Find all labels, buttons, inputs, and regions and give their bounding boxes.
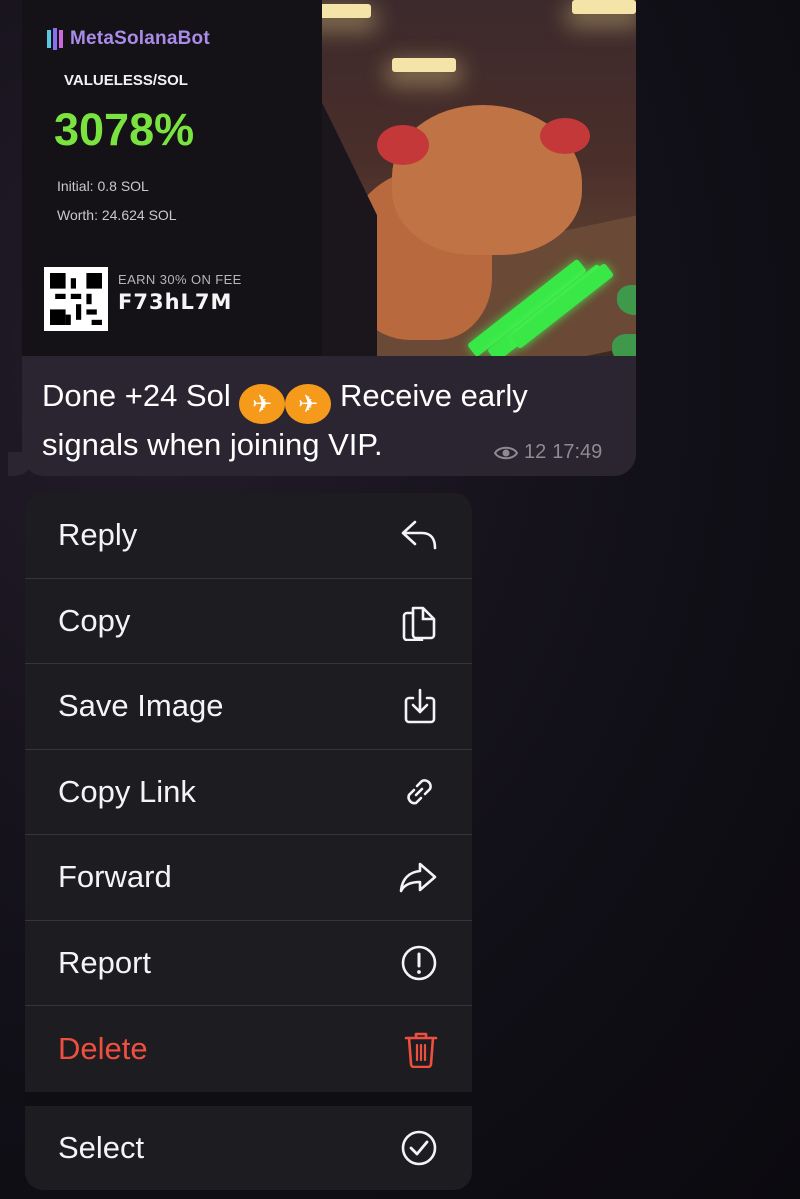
reply-icon [400, 518, 438, 552]
message-text-part2: Receive early [339, 378, 528, 413]
token-pair: VALUELESS/SOL [64, 72, 188, 89]
menu-item-copy[interactable]: Copy [25, 579, 472, 664]
profit-percent: 3078% [54, 104, 195, 155]
referral-code: F73hL7M [118, 290, 233, 314]
qr-code [44, 267, 108, 331]
trash-icon [404, 1030, 438, 1068]
select-check-icon [400, 1129, 438, 1167]
menu-item-save-image[interactable]: Save Image [25, 664, 472, 750]
menu-item-copy-link[interactable]: Copy Link [25, 750, 472, 835]
copy-icon [400, 601, 438, 641]
brand-name: MetaSolanaBot [70, 28, 210, 49]
menu-item-label: Save Image [58, 688, 224, 724]
view-count: 12 [524, 441, 547, 463]
qr-code-icon [50, 273, 102, 325]
menu-item-label: Select [58, 1129, 145, 1165]
message-meta: 12 17:49 [494, 441, 602, 464]
earn-caption: EARN 30% ON FEE [118, 272, 242, 287]
airplane-badge-icon: ✈ [239, 384, 286, 424]
cartoon-illustration [272, 0, 636, 356]
menu-item-select[interactable]: Select [25, 1106, 472, 1190]
initial-amount: Initial: 0.8 SOL [57, 178, 149, 194]
menu-separator [25, 1091, 472, 1106]
context-menu: Reply Copy Save Image Copy Link Forward … [25, 493, 472, 1190]
message-text-part1: Done +24 Sol [42, 378, 231, 413]
airplane-badge-icon: ✈ [285, 384, 332, 424]
menu-item-report[interactable]: Report [25, 921, 472, 1006]
eye-icon [494, 445, 518, 461]
worth-amount: Worth: 24.624 SOL [57, 207, 177, 223]
save-image-icon [402, 688, 438, 724]
menu-item-label: Delete [58, 1030, 148, 1066]
menu-item-label: Copy Link [58, 773, 196, 809]
menu-item-forward[interactable]: Forward [25, 835, 472, 921]
menu-item-label: Report [58, 944, 152, 980]
menu-item-label: Copy [58, 602, 131, 638]
menu-item-label: Forward [58, 859, 172, 895]
forward-icon [398, 860, 438, 894]
pnl-card-image[interactable]: MetaSolanaBot VALUELESS/SOL 3078% Initia… [22, 0, 636, 356]
menu-item-reply[interactable]: Reply [25, 493, 472, 579]
link-icon [400, 773, 438, 811]
message-bubble[interactable]: MetaSolanaBot VALUELESS/SOL 3078% Initia… [22, 0, 636, 476]
report-icon [400, 944, 438, 982]
message-time: 17:49 [552, 441, 603, 463]
menu-item-label: Reply [58, 517, 138, 553]
brand-logo-icon [47, 28, 63, 50]
menu-item-delete[interactable]: Delete [25, 1006, 472, 1092]
brand: MetaSolanaBot [46, 28, 210, 50]
